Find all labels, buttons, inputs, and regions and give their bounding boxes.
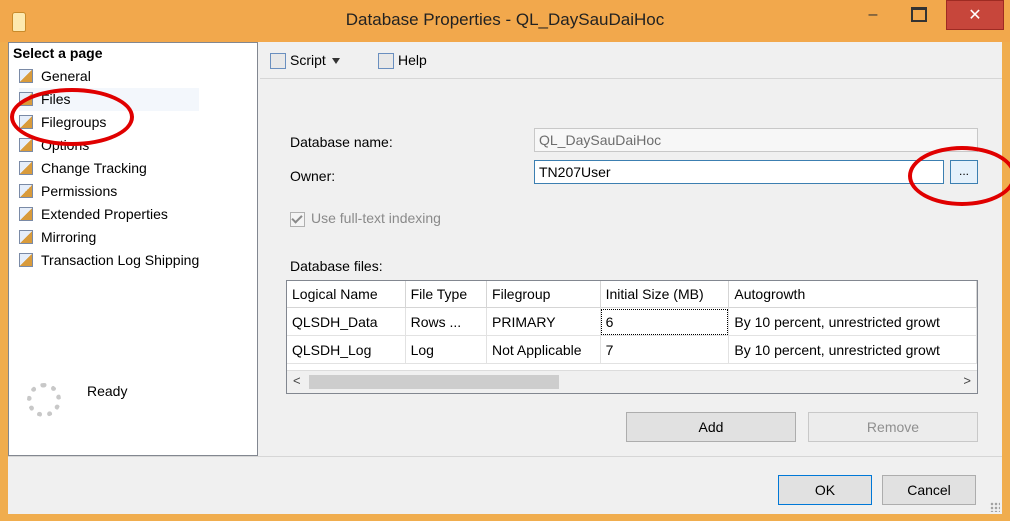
script-button[interactable]: Script — [270, 52, 340, 70]
database-name-field: QL_DaySauDaiHoc — [534, 128, 978, 152]
table-cell[interactable]: Not Applicable — [486, 335, 601, 364]
progress-spinner-icon — [27, 383, 61, 417]
page-label: General — [41, 68, 91, 84]
page-icon — [19, 138, 33, 152]
page-item-transaction-log-shipping[interactable]: Transaction Log Shipping — [19, 249, 199, 272]
table-row[interactable]: QLSDH_Log Log Not Applicable 7 By 10 per… — [287, 335, 977, 364]
dialog-client: Select a page General Files Filegroups O… — [8, 42, 1002, 514]
table-cell[interactable]: 7 — [600, 335, 730, 364]
owner-label: Owner: — [290, 168, 336, 184]
page-icon — [19, 207, 33, 221]
page-icon — [19, 230, 33, 244]
horizontal-scrollbar[interactable]: < > — [287, 370, 977, 393]
table-cell[interactable]: Log — [405, 335, 488, 364]
close-button[interactable]: ✕ — [946, 0, 1004, 30]
page-item-permissions[interactable]: Permissions — [19, 180, 199, 203]
dialog-footer: OK Cancel — [8, 456, 1002, 514]
page-item-general[interactable]: General — [19, 65, 199, 88]
page-label: Extended Properties — [41, 206, 168, 222]
title-bar[interactable]: Database Properties - QL_DaySauDaiHoc – … — [0, 0, 1010, 42]
table-cell[interactable]: By 10 percent, unrestricted growt — [728, 335, 977, 364]
table-cell[interactable]: By 10 percent, unrestricted growt — [728, 307, 977, 336]
resize-grip-icon[interactable] — [990, 502, 1000, 512]
script-label: Script — [290, 52, 326, 68]
page-icon — [19, 184, 33, 198]
select-page-header: Select a page — [13, 45, 103, 61]
status-text: Ready — [87, 383, 128, 399]
maximize-icon — [911, 7, 927, 23]
minimize-button[interactable]: – — [850, 0, 896, 30]
table-cell[interactable]: 6 — [600, 307, 730, 336]
page-label: Mirroring — [41, 229, 97, 245]
scrollbar-thumb[interactable] — [309, 375, 559, 389]
checkbox-check-icon — [290, 211, 305, 227]
database-files-label: Database files: — [290, 258, 383, 274]
table-header-row: Logical Name File Type Filegroup Initial… — [287, 281, 977, 308]
column-header[interactable]: Filegroup — [486, 281, 601, 308]
page-label: Change Tracking — [41, 160, 147, 176]
annotation-circle-browse — [908, 146, 1010, 206]
toolbar: Script Help — [260, 42, 1002, 79]
database-properties-window: Database Properties - QL_DaySauDaiHoc – … — [0, 0, 1010, 521]
page-item-extended-properties[interactable]: Extended Properties — [19, 203, 199, 226]
column-header[interactable]: Logical Name — [287, 281, 406, 308]
add-button[interactable]: Add — [626, 412, 796, 442]
chevron-down-icon — [331, 58, 340, 65]
help-button[interactable]: Help — [378, 52, 427, 70]
database-files-grid[interactable]: Logical Name File Type Filegroup Initial… — [286, 280, 978, 394]
column-header[interactable]: File Type — [405, 281, 488, 308]
table-cell[interactable]: QLSDH_Data — [287, 307, 406, 336]
scroll-left-icon[interactable]: < — [293, 373, 301, 388]
column-header[interactable]: Initial Size (MB) — [600, 281, 730, 308]
scroll-right-icon[interactable]: > — [963, 373, 971, 388]
files-table: Logical Name File Type Filegroup Initial… — [287, 281, 977, 364]
annotation-circle-files — [10, 88, 134, 146]
maximize-button[interactable] — [896, 0, 942, 30]
table-cell[interactable]: QLSDH_Log — [287, 335, 406, 364]
files-page: Script Help Database name: QL_DaySauDaiH… — [260, 42, 1002, 456]
help-label: Help — [398, 52, 427, 68]
remove-button[interactable]: Remove — [808, 412, 978, 442]
help-icon — [378, 53, 394, 70]
page-icon — [19, 69, 33, 83]
page-item-change-tracking[interactable]: Change Tracking — [19, 157, 199, 180]
column-header[interactable]: Autogrowth — [728, 281, 977, 308]
ok-button[interactable]: OK — [778, 475, 872, 505]
table-cell[interactable]: Rows ... — [405, 307, 488, 336]
script-icon — [270, 53, 286, 70]
fulltext-indexing-label: Use full-text indexing — [311, 210, 441, 226]
owner-field[interactable]: TN207User — [534, 160, 944, 184]
page-label: Permissions — [41, 183, 118, 199]
fulltext-indexing-checkbox: Use full-text indexing — [290, 210, 441, 227]
page-label: Transaction Log Shipping — [41, 252, 200, 268]
page-item-mirroring[interactable]: Mirroring — [19, 226, 199, 249]
table-row[interactable]: QLSDH_Data Rows ... PRIMARY 6 By 10 perc… — [287, 307, 977, 336]
table-cell[interactable]: PRIMARY — [486, 307, 601, 336]
cancel-button[interactable]: Cancel — [882, 475, 976, 505]
page-icon — [19, 253, 33, 267]
database-name-label: Database name: — [290, 134, 393, 150]
page-icon — [19, 161, 33, 175]
